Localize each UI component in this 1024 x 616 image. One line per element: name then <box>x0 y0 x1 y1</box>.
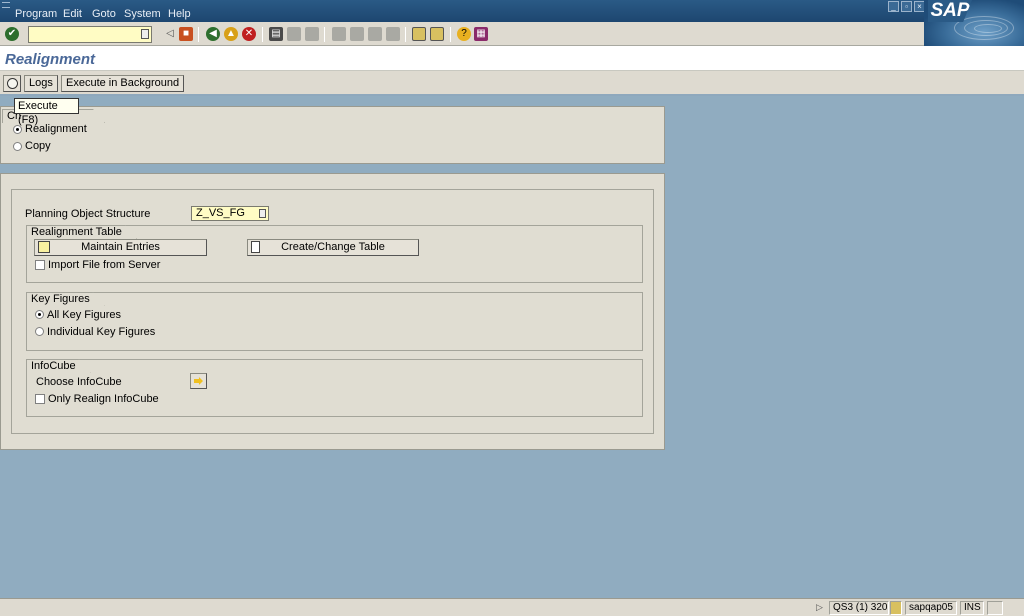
last-page-icon[interactable] <box>386 27 400 41</box>
minimize-icon[interactable]: _ <box>888 1 899 12</box>
radio-all-key-figures[interactable] <box>35 310 44 319</box>
find-icon[interactable] <box>287 27 301 41</box>
create-session-icon[interactable] <box>412 27 426 41</box>
import-file-checkbox[interactable] <box>35 260 45 270</box>
maintain-entries-button[interactable]: Maintain Entries <box>34 239 207 256</box>
radio-individual-key-figures[interactable] <box>35 327 44 336</box>
enter-icon[interactable]: ✔ <box>5 27 19 41</box>
key-figures-group: Key Figures <box>26 292 643 351</box>
choose-infocube-label: Choose InfoCube <box>36 376 122 388</box>
restore-icon[interactable]: ▫ <box>901 1 912 12</box>
history-arrow-icon[interactable]: ◁ <box>163 27 177 41</box>
previous-page-icon[interactable] <box>350 27 364 41</box>
key-figures-title: Key Figures <box>26 292 105 306</box>
layout-icon[interactable]: ▦ <box>474 27 488 41</box>
maintain-entries-label: Maintain Entries <box>81 241 160 253</box>
radio-copy-label: Copy <box>25 140 51 152</box>
execute-button[interactable] <box>3 75 21 92</box>
realignment-table-title: Realignment Table <box>26 225 137 239</box>
create-change-table-label: Create/Change Table <box>281 241 385 253</box>
arrow-right-icon <box>194 377 203 385</box>
execute-clock-icon <box>6 78 18 89</box>
system-info: QS3 (1) 320 <box>829 601 889 615</box>
status-lock-icon <box>987 601 1003 615</box>
insert-mode: INS <box>960 601 984 615</box>
infocube-group: InfoCube <box>26 359 643 417</box>
menu-system[interactable]: System <box>124 8 161 20</box>
save-icon[interactable]: ■ <box>179 27 193 41</box>
planning-object-value: Z_VS_FG <box>196 207 245 219</box>
menu-edit[interactable]: Edit <box>63 8 82 20</box>
find-next-icon[interactable] <box>305 27 319 41</box>
main-form-panel: Planning Object Structure Z_VS_FG Realig… <box>0 173 665 450</box>
next-page-icon[interactable] <box>368 27 382 41</box>
menu-goto[interactable]: Goto <box>92 8 116 20</box>
menu-help[interactable]: Help <box>168 8 191 20</box>
planning-object-label: Planning Object Structure <box>25 208 151 220</box>
search-help-icon[interactable] <box>259 209 266 218</box>
sap-logo: SAP <box>924 0 1024 46</box>
only-realign-checkbox[interactable] <box>35 394 45 404</box>
exit-icon[interactable]: ▲ <box>224 27 238 41</box>
system-info-icon[interactable] <box>890 601 902 615</box>
command-field[interactable] <box>28 26 152 43</box>
radio-copy[interactable] <box>13 142 22 151</box>
page-title: Realignment <box>5 51 96 68</box>
first-page-icon[interactable] <box>332 27 346 41</box>
system-menu-icon[interactable] <box>2 2 10 8</box>
create-change-table-button[interactable]: Create/Change Table <box>247 239 419 256</box>
server-name: sapqap05 <box>905 601 957 615</box>
radio-all-key-figures-label: All Key Figures <box>47 309 121 321</box>
status-collapse-icon[interactable]: ▷ <box>816 602 823 613</box>
radio-individual-key-figures-label: Individual Key Figures <box>47 326 156 338</box>
choose-application-panel: Chon Realignment Copy <box>0 106 665 164</box>
menu-bar: Program Edit Goto System Help _ ▫ × <box>0 0 1024 22</box>
menu-program[interactable]: Program <box>15 8 57 20</box>
title-bar: Realignment <box>0 46 1024 71</box>
execute-tooltip: Execute (F8) <box>14 98 79 126</box>
help-icon[interactable]: ? <box>457 27 471 41</box>
infocube-title: InfoCube <box>26 359 91 373</box>
dropdown-icon[interactable] <box>141 29 149 39</box>
print-icon[interactable]: ▤ <box>269 27 283 41</box>
application-toolbar: Logs Execute in Background <box>0 71 1024 96</box>
import-file-label: Import File from Server <box>48 259 161 271</box>
logs-button[interactable]: Logs <box>24 75 58 92</box>
status-bar: ▷ QS3 (1) 320 sapqap05 INS <box>0 598 1024 616</box>
document-icon <box>251 241 260 253</box>
standard-toolbar: ✔ ◁ ■ ◀ ▲ ✕ ▤ ? ▦ <box>0 22 924 46</box>
choose-infocube-button[interactable] <box>190 373 207 389</box>
planning-object-input[interactable]: Z_VS_FG <box>191 206 269 221</box>
cancel-icon[interactable]: ✕ <box>242 27 256 41</box>
pencil-edit-icon <box>38 241 50 253</box>
shortcut-icon[interactable] <box>430 27 444 41</box>
back-icon[interactable]: ◀ <box>206 27 220 41</box>
execute-background-button[interactable]: Execute in Background <box>61 75 185 92</box>
only-realign-label: Only Realign InfoCube <box>48 393 159 405</box>
